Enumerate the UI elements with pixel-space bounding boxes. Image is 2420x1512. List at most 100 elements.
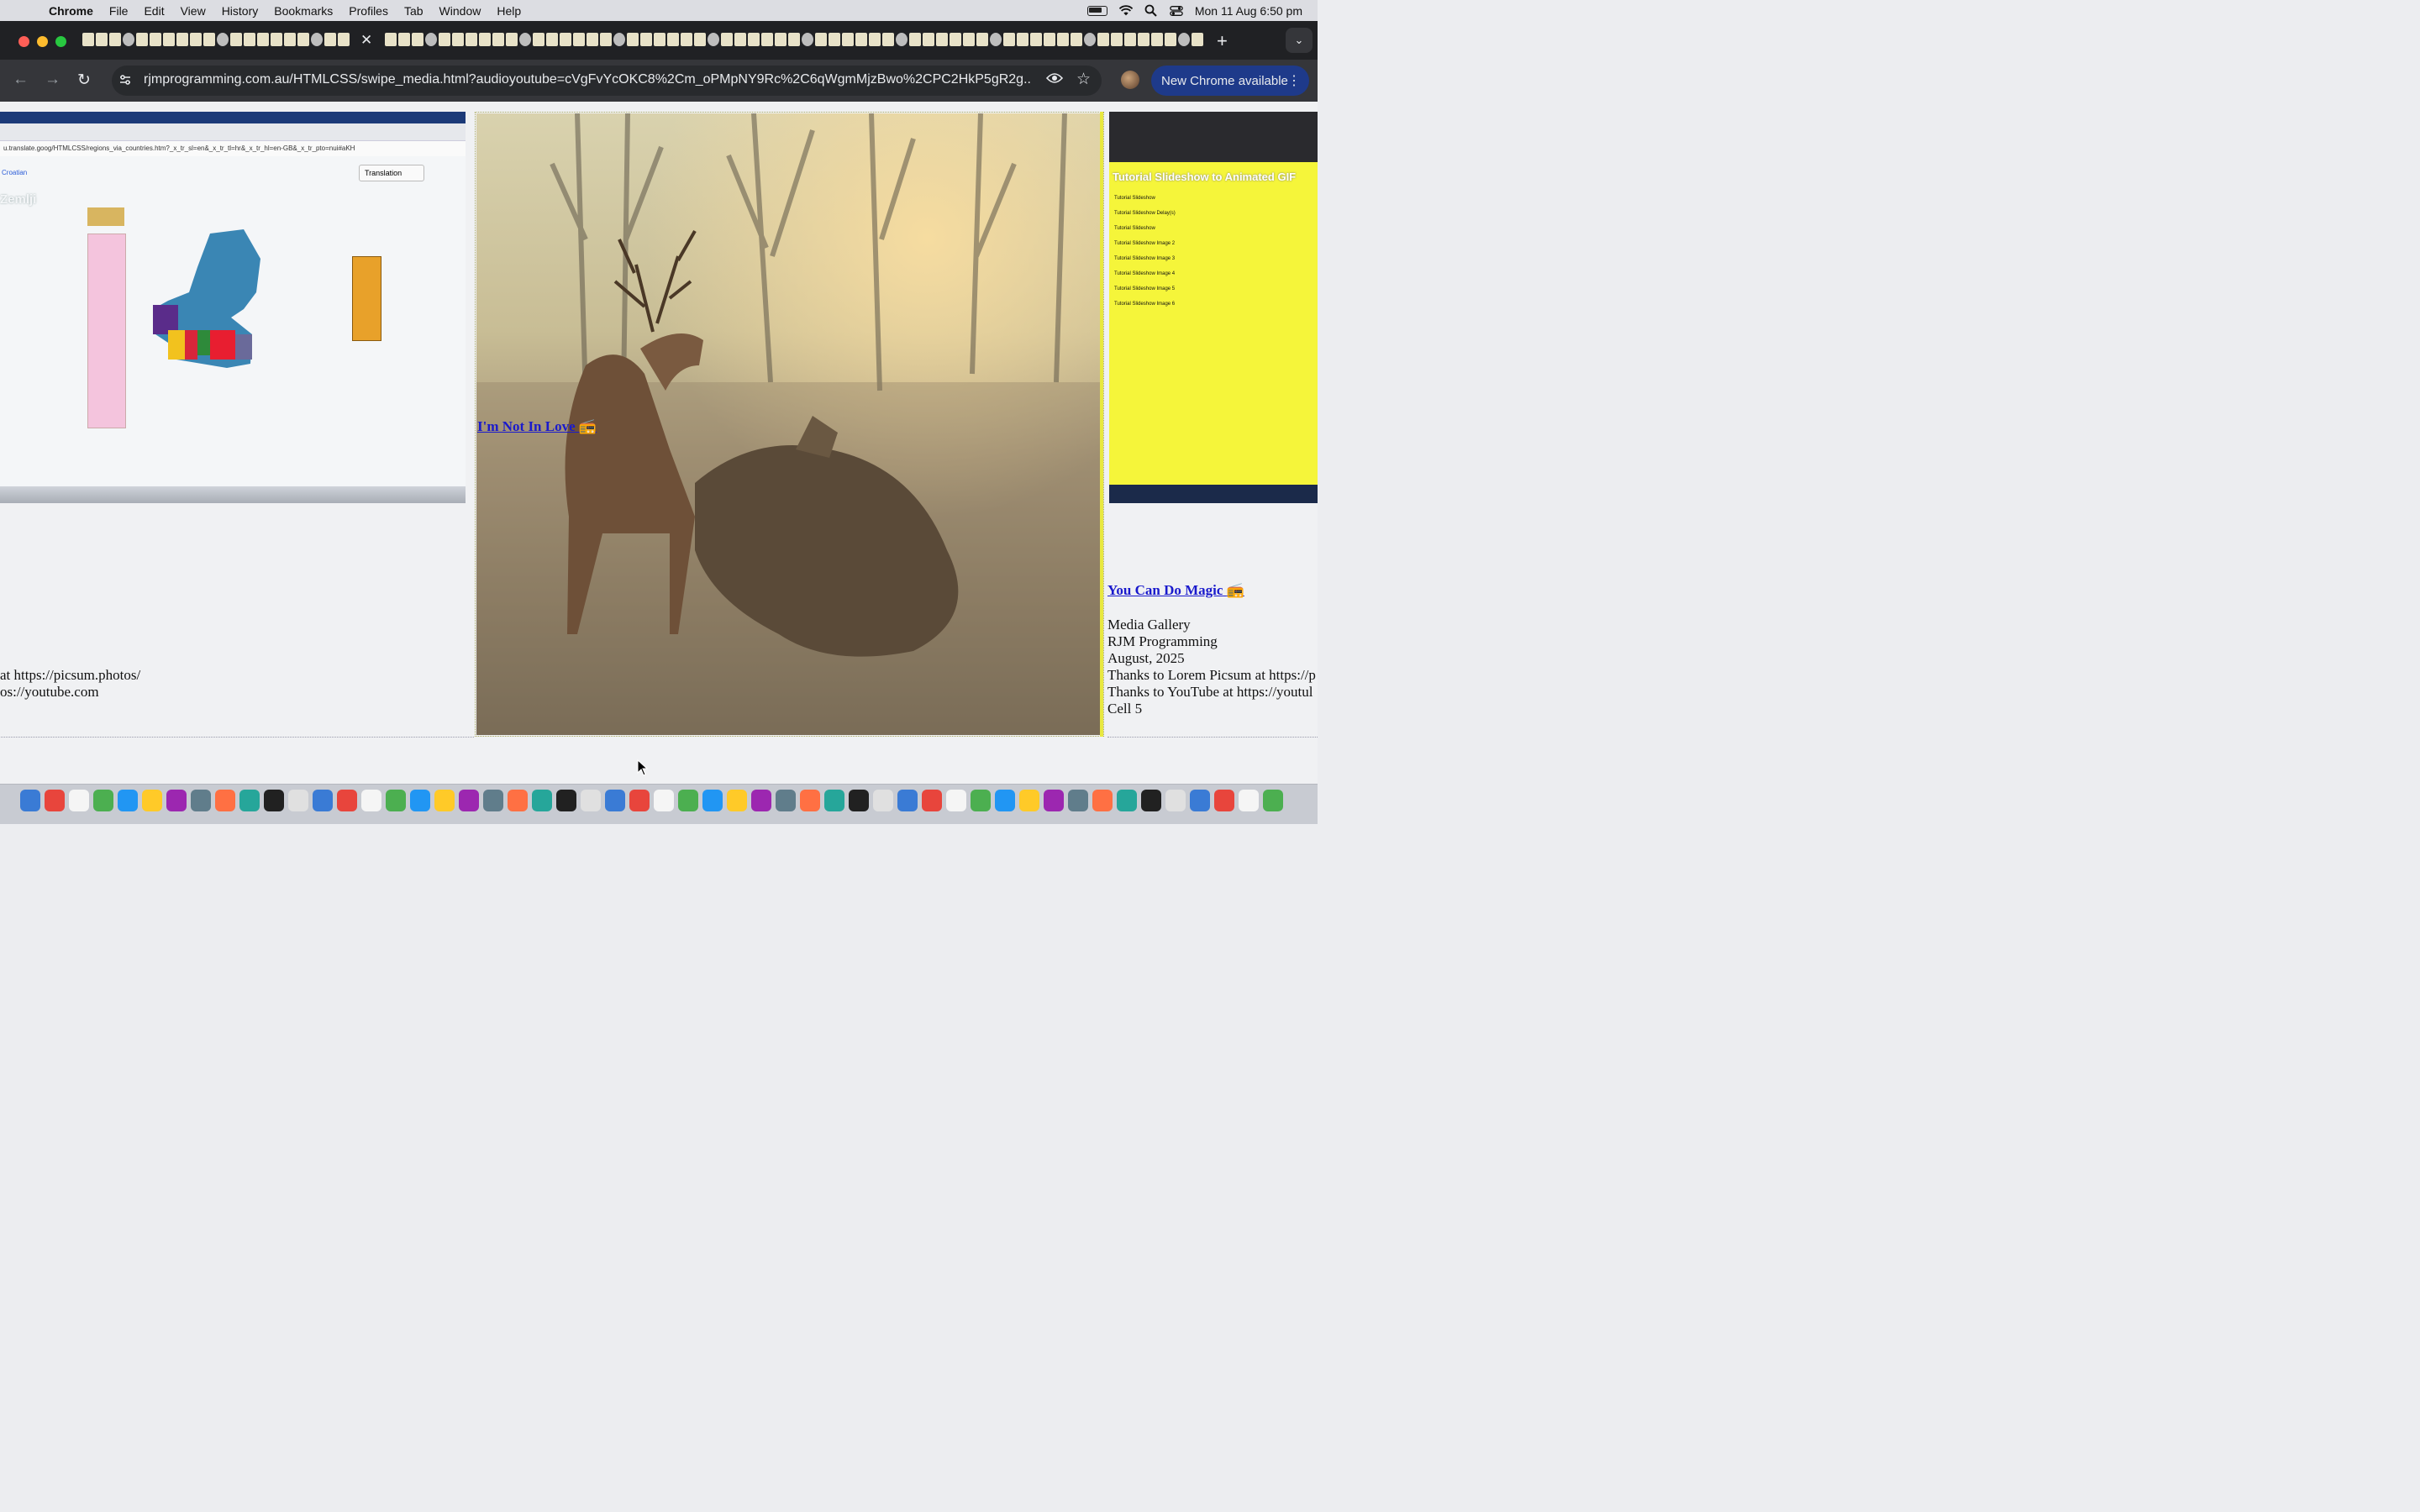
tab-favicon[interactable] xyxy=(1165,33,1176,46)
tab-favicon[interactable] xyxy=(123,33,134,46)
tab-favicon[interactable] xyxy=(412,33,424,46)
dock-app-icon[interactable] xyxy=(605,790,625,811)
tab-favicon[interactable] xyxy=(627,33,639,46)
dock-app-icon[interactable] xyxy=(776,790,796,811)
tab-favicon[interactable] xyxy=(230,33,242,46)
tab-favicon[interactable] xyxy=(1111,33,1123,46)
dock-app-icon[interactable] xyxy=(1190,790,1210,811)
tab-favicon[interactable] xyxy=(1071,33,1082,46)
more-menu-icon[interactable]: ⋮ xyxy=(1287,72,1301,89)
control-center-icon[interactable] xyxy=(1170,4,1183,18)
tab-favicon[interactable] xyxy=(802,33,813,46)
forward-icon[interactable]: → xyxy=(45,71,60,89)
tab-favicon[interactable] xyxy=(990,33,1002,46)
tab-favicon[interactable] xyxy=(829,33,840,46)
tab-favicon[interactable] xyxy=(775,33,786,46)
tab-favicon[interactable] xyxy=(842,33,854,46)
window-minimize-button[interactable] xyxy=(37,36,48,47)
dock-app-icon[interactable] xyxy=(313,790,333,811)
dock-app-icon[interactable] xyxy=(118,790,138,811)
menu-profiles[interactable]: Profiles xyxy=(349,4,388,18)
dock-app-icon[interactable] xyxy=(434,790,455,811)
window-zoom-button[interactable] xyxy=(55,36,66,47)
dock-app-icon[interactable] xyxy=(191,790,211,811)
dock-app-icon[interactable] xyxy=(459,790,479,811)
slide-cell-middle[interactable]: I'm Not In Love 📻 xyxy=(475,112,1104,737)
tab-favicon[interactable] xyxy=(546,33,558,46)
dock-app-icon[interactable] xyxy=(1141,790,1161,811)
tab-favicon[interactable] xyxy=(385,33,397,46)
menu-history[interactable]: History xyxy=(222,4,259,18)
menu-bookmarks[interactable]: Bookmarks xyxy=(274,4,333,18)
menu-window[interactable]: Window xyxy=(439,4,481,18)
menubar-clock[interactable]: Mon 11 Aug 6:50 pm xyxy=(1195,4,1302,18)
pinned-tab-strip[interactable] xyxy=(82,33,353,50)
new-chrome-available-button[interactable]: New Chrome available ⋮ xyxy=(1151,66,1309,96)
tab-favicon[interactable] xyxy=(667,33,679,46)
tab-favicon[interactable] xyxy=(976,33,988,46)
tab-favicon[interactable] xyxy=(109,33,121,46)
tab-favicon[interactable] xyxy=(748,33,760,46)
back-icon[interactable]: ← xyxy=(13,71,29,89)
tab-favicon[interactable] xyxy=(190,33,202,46)
tab-favicon[interactable] xyxy=(244,33,255,46)
dock-app-icon[interactable] xyxy=(1019,790,1039,811)
tab-favicon[interactable] xyxy=(587,33,598,46)
battery-icon[interactable] xyxy=(1086,5,1107,16)
tab-favicon[interactable] xyxy=(936,33,948,46)
tab-favicon[interactable] xyxy=(150,33,161,46)
tab-favicon[interactable] xyxy=(788,33,800,46)
dock-app-icon[interactable] xyxy=(361,790,381,811)
window-close-button[interactable] xyxy=(18,36,29,47)
tab-search-icon[interactable]: ⌄ xyxy=(1286,28,1313,53)
dock-app-icon[interactable] xyxy=(1117,790,1137,811)
tab-favicon[interactable] xyxy=(681,33,692,46)
dock-app-icon[interactable] xyxy=(922,790,942,811)
tab-favicon[interactable] xyxy=(1151,33,1163,46)
dock-app-icon[interactable] xyxy=(629,790,650,811)
tab-favicon[interactable] xyxy=(896,33,908,46)
song-link-im-not-in-love[interactable]: I'm Not In Love 📻 xyxy=(477,418,597,435)
tab-favicon[interactable] xyxy=(533,33,544,46)
new-tab-button[interactable]: + xyxy=(1217,30,1228,52)
dock-app-icon[interactable] xyxy=(824,790,844,811)
dock-app-icon[interactable] xyxy=(1239,790,1259,811)
tab-favicon[interactable] xyxy=(1097,33,1109,46)
tab-favicon[interactable] xyxy=(1003,33,1015,46)
dock-app-icon[interactable] xyxy=(483,790,503,811)
dock-app-icon[interactable] xyxy=(1165,790,1186,811)
tab-favicon[interactable] xyxy=(338,33,350,46)
tab-favicon[interactable] xyxy=(721,33,733,46)
tab-favicon[interactable] xyxy=(136,33,148,46)
tab-favicon[interactable] xyxy=(398,33,410,46)
tab-favicon[interactable] xyxy=(708,33,719,46)
tab-favicon[interactable] xyxy=(640,33,652,46)
tab-favicon[interactable] xyxy=(815,33,827,46)
dock-app-icon[interactable] xyxy=(995,790,1015,811)
reload-icon[interactable]: ↻ xyxy=(77,71,91,90)
dock-app-icon[interactable] xyxy=(897,790,918,811)
tab-favicon[interactable] xyxy=(734,33,746,46)
tab-favicon[interactable] xyxy=(1057,33,1069,46)
dock-app-icon[interactable] xyxy=(1263,790,1283,811)
tab-favicon[interactable] xyxy=(466,33,477,46)
tab-favicon[interactable] xyxy=(203,33,215,46)
tab-favicon[interactable] xyxy=(600,33,612,46)
tab-favicon[interactable] xyxy=(82,33,94,46)
tab-favicon[interactable] xyxy=(479,33,491,46)
tab-favicon[interactable] xyxy=(257,33,269,46)
dock-app-icon[interactable] xyxy=(508,790,528,811)
dock-app-icon[interactable] xyxy=(1092,790,1113,811)
dock-app-icon[interactable] xyxy=(581,790,601,811)
tab-favicon[interactable] xyxy=(1030,33,1042,46)
dock-app-icon[interactable] xyxy=(1068,790,1088,811)
dock-app-icon[interactable] xyxy=(873,790,893,811)
spotlight-search-icon[interactable] xyxy=(1144,4,1158,18)
dock-app-icon[interactable] xyxy=(727,790,747,811)
tab-favicon[interactable] xyxy=(1178,33,1190,46)
dock-app-icon[interactable] xyxy=(142,790,162,811)
slide-cell-left[interactable]: u.translate.goog/HTMLCSS/regions_via_cou… xyxy=(0,112,474,738)
dock-app-icon[interactable] xyxy=(45,790,65,811)
profile-avatar[interactable] xyxy=(1121,71,1139,89)
tab-favicon[interactable] xyxy=(761,33,773,46)
